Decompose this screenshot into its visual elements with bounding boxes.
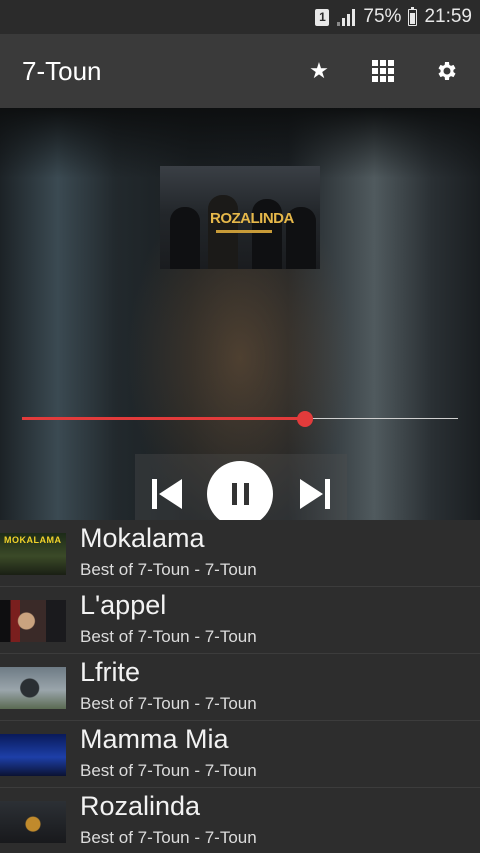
signal-icon — [336, 8, 356, 26]
next-button[interactable] — [283, 454, 347, 520]
track-subtitle: Best of 7-Toun - 7-Toun — [80, 560, 257, 579]
star-icon[interactable]: ★ — [302, 54, 336, 88]
list-item[interactable]: MOKALAMA Mokalama Best of 7-Toun - 7-Tou… — [0, 520, 480, 587]
previous-button[interactable] — [135, 454, 199, 520]
thumbnail-text: MOKALAMA — [4, 535, 62, 545]
skip-previous-icon — [152, 479, 182, 509]
sim-icon: 1 — [315, 8, 330, 26]
track-title: Rozalinda — [80, 791, 201, 821]
track-thumbnail — [0, 734, 66, 776]
app-bar: 7-Toun ★ — [0, 34, 480, 108]
playlist: MOKALAMA Mokalama Best of 7-Toun - 7-Tou… — [0, 520, 480, 853]
seek-thumb[interactable] — [297, 411, 314, 427]
pause-button[interactable] — [205, 454, 275, 520]
list-item[interactable]: Mamma Mia Best of 7-Toun - 7-Toun — [0, 721, 480, 788]
battery-icon — [408, 6, 418, 26]
track-title: Mamma Mia — [80, 724, 229, 754]
gear-icon[interactable] — [430, 54, 464, 88]
list-item[interactable]: Rozalinda Best of 7-Toun - 7-Toun — [0, 788, 480, 853]
seek-progress — [22, 417, 306, 420]
track-subtitle: Best of 7-Toun - 7-Toun — [80, 761, 257, 780]
track-thumbnail: MOKALAMA — [0, 533, 66, 575]
track-subtitle: Best of 7-Toun - 7-Toun — [80, 627, 257, 646]
track-title: Lfrite — [80, 657, 141, 687]
battery-percent: 75% — [363, 6, 402, 27]
track-thumbnail — [0, 667, 66, 709]
player-area: ROZALINDA — [0, 108, 480, 520]
track-thumbnail — [0, 801, 66, 843]
cover-title: ROZALINDA — [210, 210, 294, 227]
pause-icon — [207, 461, 273, 520]
track-subtitle: Best of 7-Toun - 7-Toun — [80, 828, 257, 847]
playback-controls — [135, 454, 347, 520]
track-title: Mokalama — [80, 523, 205, 553]
track-thumbnail — [0, 600, 66, 642]
skip-next-icon — [300, 479, 330, 509]
clock: 21:59 — [424, 6, 472, 27]
status-bar: 1 75% 21:59 — [0, 0, 480, 34]
app-title: 7-Toun — [22, 56, 102, 86]
list-item[interactable]: L'appel Best of 7-Toun - 7-Toun — [0, 587, 480, 654]
seek-bar[interactable] — [22, 411, 458, 427]
track-subtitle: Best of 7-Toun - 7-Toun — [80, 694, 257, 713]
album-cover: ROZALINDA — [160, 166, 320, 269]
list-item[interactable]: Lfrite Best of 7-Toun - 7-Toun — [0, 654, 480, 721]
grid-icon[interactable] — [366, 54, 400, 88]
track-title: L'appel — [80, 590, 167, 620]
